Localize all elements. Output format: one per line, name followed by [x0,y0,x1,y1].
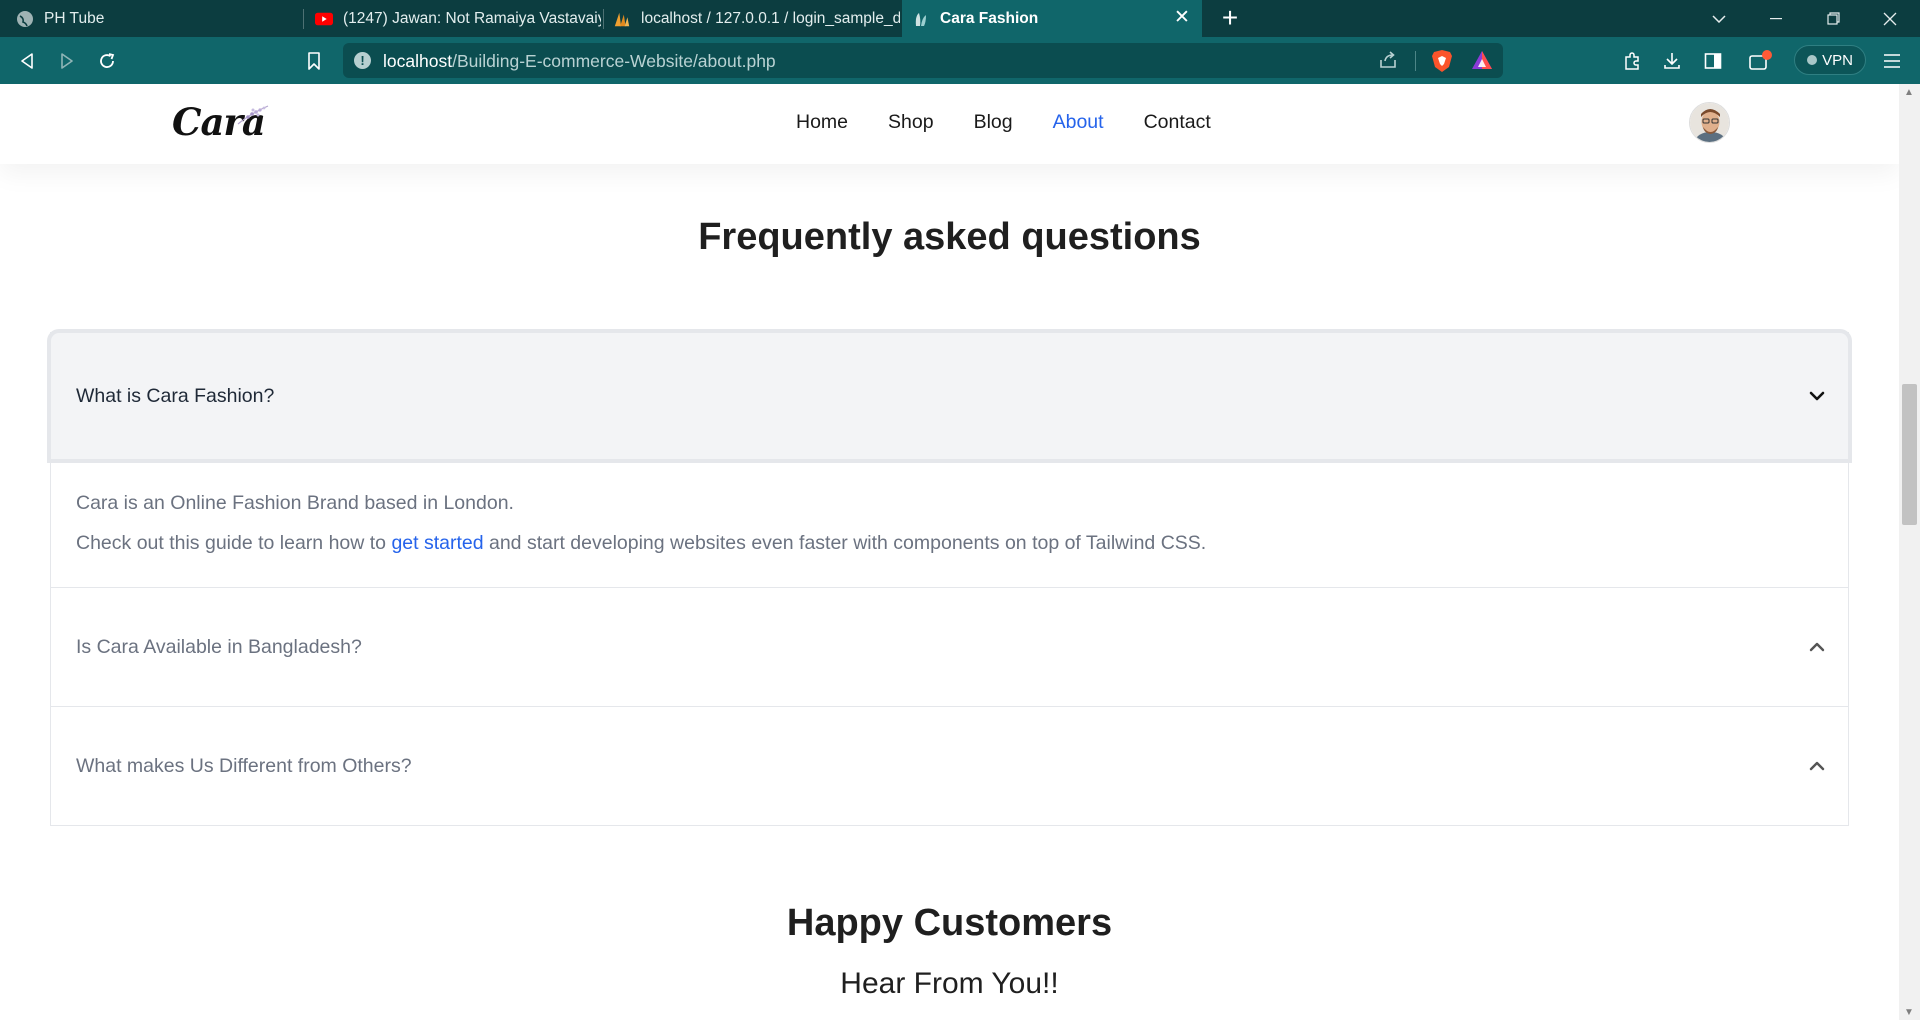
back-button[interactable] [12,46,42,76]
tab-title: (1247) Jawan: Not Ramaiya Vastavaiya [343,9,601,27]
customers-heading: Happy Customers [786,902,1113,944]
bookmark-icon[interactable] [299,46,329,76]
tab-divider [303,9,304,29]
address-bar[interactable]: ! localhost/Building-E-commerce-Website/… [343,43,1503,78]
faq-answer-line: Cara is an Online Fashion Brand based in… [76,492,514,514]
nav-contact[interactable]: Contact [1144,111,1211,134]
faq-question-button[interactable]: What is Cara Fashion? [51,333,1848,459]
tab-ph-tube[interactable]: PH Tube [0,0,300,37]
faq-question-button[interactable]: Is Cara Available in Bangladesh? [51,588,1848,706]
vpn-label: VPN [1822,51,1853,69]
tab-search-chevron-down-icon[interactable] [1696,0,1742,37]
faq-item: What is Cara Fashion? Cara is an Online … [50,332,1849,588]
downloads-icon[interactable] [1657,46,1687,76]
site-info-icon[interactable]: ! [354,52,371,69]
restore-button[interactable] [1810,0,1856,37]
scroll-down-arrow-icon[interactable]: ▼ [1904,1007,1914,1018]
minimize-button[interactable] [1753,0,1799,37]
faq-question: What makes Us Different from Others? [76,754,412,777]
faq-accordion: What is Cara Fashion? Cara is an Online … [50,332,1849,826]
reload-button[interactable] [92,46,122,76]
lavender-sprig-icon [236,102,270,131]
faq-question: What is Cara Fashion? [76,384,275,407]
vpn-status-icon [1807,55,1818,65]
brave-rewards-icon[interactable] [1471,49,1493,76]
address-bar-divider [1415,51,1416,71]
get-started-link[interactable]: get started [391,532,483,554]
browser-toolbar: ! localhost/Building-E-commerce-Website/… [0,37,1920,84]
faq-question: Is Cara Available in Bangladesh? [76,635,362,658]
nav-about[interactable]: About [1053,111,1104,134]
tab-divider [603,9,604,29]
close-tab-icon[interactable]: ✕ [1172,8,1192,28]
sidebar-icon[interactable] [1698,46,1728,76]
tab-cara-fashion[interactable]: Cara Fashion ✕ [902,0,1202,37]
share-icon[interactable] [1378,50,1398,75]
faq-item: What makes Us Different from Others? [50,707,1849,826]
customers-subheading: Hear From You!! [840,967,1059,1000]
tab-title: localhost / 127.0.0.1 / login_sample_db [641,9,900,27]
faq-heading: Frequently asked questions [698,216,1201,258]
page-scrollbar[interactable]: ▲ ▼ [1899,84,1920,1020]
phpmyadmin-icon [613,10,631,28]
tab-phpmyadmin[interactable]: localhost / 127.0.0.1 / login_sample_db [605,0,900,37]
brave-shields-icon[interactable] [1431,49,1453,78]
new-tab-button[interactable]: + [1215,4,1245,34]
close-window-button[interactable] [1867,0,1912,37]
chevron-up-icon [1808,757,1826,775]
site-header: Cara Home Shop Blog About Contact [0,84,1899,164]
nav-blog[interactable]: Blog [974,111,1013,134]
chevron-down-icon [1808,387,1826,405]
scrollbar-thumb[interactable] [1902,384,1917,525]
extensions-icon[interactable] [1617,46,1647,76]
vpn-button[interactable]: VPN [1794,45,1866,75]
globe-icon [16,10,34,28]
forward-button[interactable] [52,46,82,76]
faq-answer-line: Check out this guide to learn how to get… [76,532,1207,554]
page-viewport: Cara Home Shop Blog About Contact Freque… [0,84,1899,1020]
browser-tab-strip: PH Tube (1247) Jawan: Not Ramaiya Vastav… [0,0,1920,37]
url-text[interactable]: localhost/Building-E-commerce-Website/ab… [383,51,776,72]
main-nav: Home Shop Blog About Contact [796,111,1251,134]
nav-shop[interactable]: Shop [888,111,934,134]
tab-youtube[interactable]: (1247) Jawan: Not Ramaiya Vastavaiya [305,0,601,37]
tab-title: Cara Fashion [940,9,1039,27]
cara-favicon-icon [912,10,930,28]
scroll-up-arrow-icon[interactable]: ▲ [1904,87,1914,98]
faq-question-button[interactable]: What makes Us Different from Others? [51,707,1848,825]
tab-title: PH Tube [44,9,105,27]
nav-home[interactable]: Home [796,111,848,134]
menu-icon[interactable] [1877,46,1907,76]
faq-answer: Cara is an Online Fashion Brand based in… [51,459,1848,587]
user-avatar[interactable] [1689,102,1730,143]
chevron-up-icon [1808,638,1826,656]
wallet-icon[interactable] [1745,46,1775,76]
faq-item: Is Cara Available in Bangladesh? [50,588,1849,707]
youtube-icon [315,10,333,28]
